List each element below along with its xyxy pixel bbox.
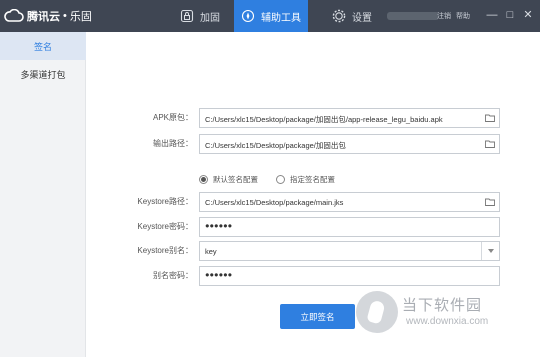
tab-settings-label: 设置	[352, 12, 372, 24]
tab-reinforce-label: 加固	[200, 12, 220, 24]
gear-icon	[332, 9, 346, 23]
tab-tools-label: 辅助工具	[261, 12, 301, 24]
radio-default-label: 默认签名配置	[213, 174, 258, 184]
keystore-password-field[interactable]: ●●●●●●	[199, 217, 500, 237]
sign-config-radio-group: 默认签名配置 指定签名配置	[199, 173, 353, 185]
output-path-value: C:/Users/xlc15/Desktop/package/加固出包	[205, 141, 346, 150]
folder-icon	[485, 114, 495, 122]
apk-path-value: C:/Users/xlc15/Desktop/package/加固出包/app-…	[205, 115, 443, 124]
radio-unselected-icon	[276, 174, 285, 184]
sidebar-item-multi-channel[interactable]: 多渠道打包	[0, 60, 86, 88]
keystore-password-value: ●●●●●●	[205, 221, 233, 230]
alias-value: key	[205, 247, 217, 256]
radio-selected-icon	[199, 174, 208, 184]
chevron-down-icon	[487, 249, 494, 253]
alias-select[interactable]: key	[199, 241, 500, 261]
alias-password-field[interactable]: ●●●●●●	[199, 266, 500, 286]
apk-browse-button[interactable]	[481, 109, 499, 127]
app-logo: 腾讯云 • 乐固	[4, 7, 92, 25]
user-account	[387, 12, 439, 20]
sign-now-button[interactable]: 立即签名	[280, 304, 355, 329]
keystore-password-label: Keystore密码：	[137, 222, 193, 231]
sidebar-item-label: 签名	[33, 41, 52, 52]
radio-custom-config[interactable]: 指定签名配置	[276, 174, 335, 185]
keystore-path-label: Keystore路径：	[137, 197, 193, 206]
output-label: 输出路径：	[153, 139, 193, 148]
output-row: 输出路径： C:/Users/xlc15/Desktop/package/加固出…	[0, 134, 540, 154]
lock-icon	[180, 9, 194, 23]
keystore-path-field[interactable]: C:/Users/xlc15/Desktop/package/main.jks	[199, 192, 500, 212]
keystore-path-value: C:/Users/xlc15/Desktop/package/main.jks	[205, 198, 344, 207]
keystore-path-row: Keystore路径： C:/Users/xlc15/Desktop/packa…	[0, 192, 540, 212]
apk-row: APK原包： C:/Users/xlc15/Desktop/package/加固…	[0, 108, 540, 128]
keystore-browse-button[interactable]	[481, 193, 499, 211]
sidebar-item-label: 多渠道打包	[20, 69, 66, 80]
alias-password-value: ●●●●●●	[205, 270, 233, 279]
alias-password-row: 别名密码： ●●●●●●	[0, 266, 540, 286]
apk-label: APK原包：	[152, 113, 193, 122]
watermark-logo-icon	[356, 291, 398, 333]
radio-default-config[interactable]: 默认签名配置	[199, 174, 258, 185]
radio-custom-label: 指定签名配置	[290, 174, 335, 184]
apk-path-field[interactable]: C:/Users/xlc15/Desktop/package/加固出包/app-…	[199, 108, 500, 128]
watermark-url: www.downxia.com	[406, 316, 489, 327]
folder-icon	[485, 198, 495, 206]
tab-reinforce[interactable]: 加固	[170, 0, 230, 32]
logout-link[interactable]: 注销	[437, 11, 451, 21]
tab-settings[interactable]: 设置	[322, 0, 382, 32]
tab-tools[interactable]: 辅助工具	[234, 0, 308, 32]
title-bar: 腾讯云 • 乐固 加固 辅助工具 设置 注销 帮助 — □ ✕	[0, 0, 540, 32]
restore-button[interactable]: —	[485, 8, 499, 22]
app-name: 腾讯云	[27, 11, 60, 23]
maximize-button[interactable]: □	[503, 8, 517, 22]
keystore-password-row: Keystore密码： ●●●●●●	[0, 217, 540, 237]
alias-row: Keystore别名： key	[0, 241, 540, 261]
sidebar-item-sign[interactable]: 签名	[0, 32, 86, 60]
folder-icon	[485, 140, 495, 148]
output-browse-button[interactable]	[481, 135, 499, 153]
watermark: 当下软件园 www.downxia.com	[356, 287, 540, 357]
watermark-title: 当下软件园	[402, 297, 483, 314]
output-path-field[interactable]: C:/Users/xlc15/Desktop/package/加固出包	[199, 134, 500, 154]
alias-password-label: 别名密码：	[153, 271, 193, 280]
alias-label: Keystore别名：	[137, 246, 193, 255]
alias-dropdown-button[interactable]	[481, 242, 499, 260]
app-separator: •	[63, 10, 67, 22]
compass-icon	[241, 9, 255, 23]
close-button[interactable]: ✕	[521, 8, 535, 22]
product-name: 乐固	[69, 11, 92, 23]
cloud-icon	[4, 9, 24, 22]
help-link[interactable]: 帮助	[456, 11, 470, 21]
